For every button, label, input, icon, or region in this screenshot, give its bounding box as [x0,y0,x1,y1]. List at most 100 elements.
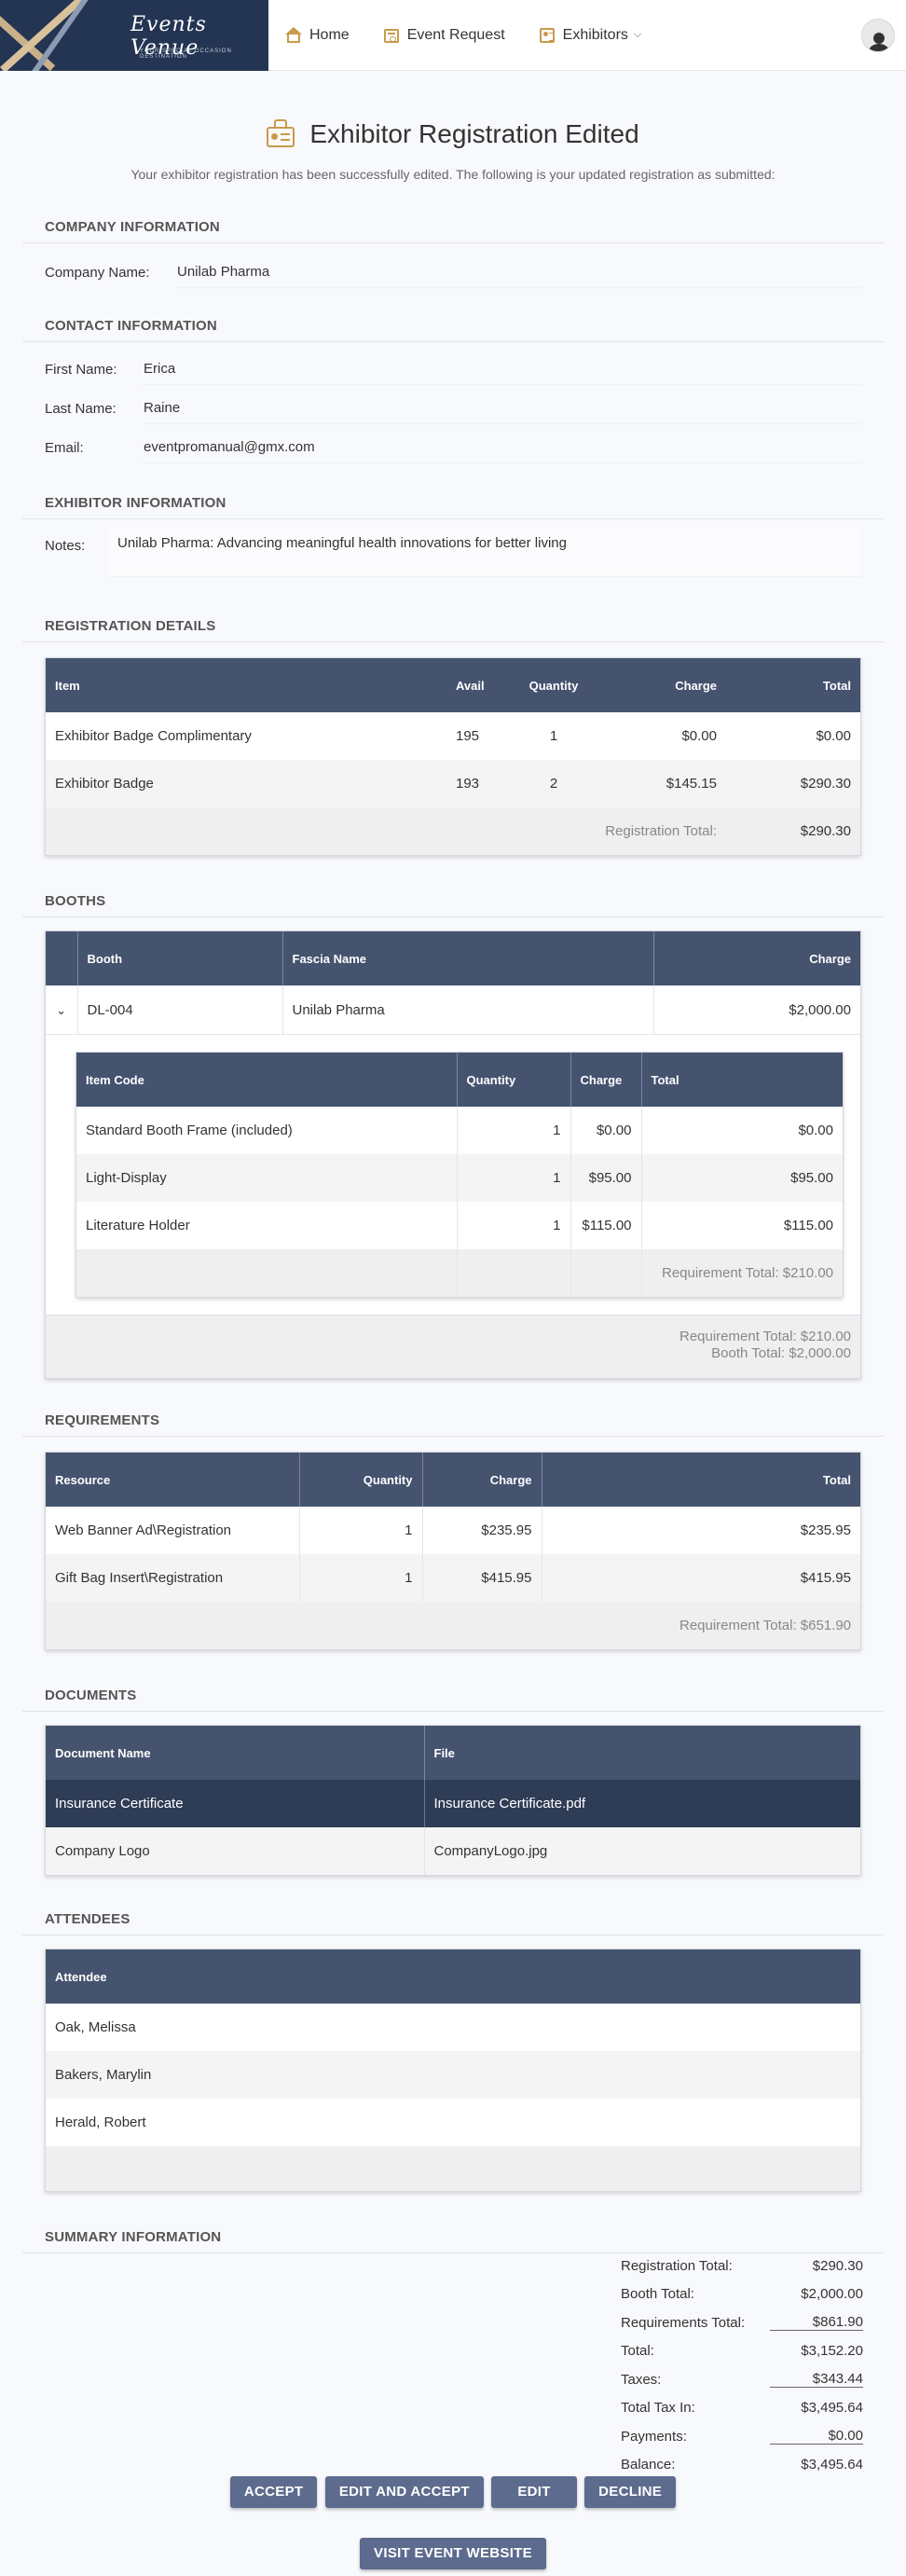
summary-label: Total: [621,2343,654,2360]
sub-total: $95.00 [641,1154,843,1202]
col-req-total[interactable]: Total [542,1453,860,1507]
sub-charge: $115.00 [570,1202,642,1249]
page-title: Exhibitor Registration Edited [267,119,639,149]
col-quantity[interactable]: Quantity [512,658,596,712]
doc-file-link[interactable]: Insurance Certificate.pdf [424,1780,860,1827]
decline-button[interactable]: DECLINE [584,2476,677,2508]
requirements-total: Requirement Total: $651.90 [422,1602,860,1649]
sub-qty: 1 [457,1107,571,1154]
col-item-code[interactable]: Item Code [76,1053,458,1107]
sub-code: Light-Display [76,1154,458,1202]
summary-label: Total Tax In: [621,2400,695,2417]
requirements-footer: Requirement Total: $651.90 [46,1602,860,1649]
logo[interactable]: Events Venue YOUR SPECIAL OCCASION DESTI… [0,0,268,71]
doc-file-link[interactable]: CompanyLogo.jpg [424,1827,860,1875]
booth-charge: $2,000.00 [653,985,860,1034]
booths-table: Booth Fascia Name Charge ⌄ DL-004 Unilab… [45,930,861,1379]
col-avail[interactable]: Avail [446,658,512,712]
col-sub-quantity[interactable]: Quantity [457,1053,571,1107]
email-value: eventpromanual@gmx.com [144,432,861,463]
table-row[interactable]: Company Logo CompanyLogo.jpg [46,1827,860,1875]
col-booth-charge[interactable]: Charge [653,931,860,985]
company-name-label: Company Name: [45,264,150,281]
nav-home[interactable]: Home [268,0,366,71]
accept-button[interactable]: ACCEPT [229,2476,318,2508]
attendee-name: Oak, Melissa [46,2004,860,2051]
summary-heading: SUMMARY INFORMATION [45,2229,222,2245]
table-row: Exhibitor Badge Complimentary 195 1 $0.0… [46,712,860,760]
edit-button[interactable]: EDIT [491,2476,577,2508]
table-row: Bakers, Marylin [46,2051,860,2099]
attendee-name: Herald, Robert [46,2099,860,2146]
summary-section: SUMMARY INFORMATION Registration Total: $… [0,2229,906,2509]
col-fascia-name[interactable]: Fascia Name [282,931,654,985]
requirements-heading: REQUIREMENTS [45,1412,160,1428]
table-row[interactable]: ⌄ DL-004 Unilab Pharma $2,000.00 [46,985,860,1034]
col-sub-total[interactable]: Total [641,1053,843,1107]
page: Events Venue YOUR SPECIAL OCCASION DESTI… [0,0,906,2576]
col-req-charge[interactable]: Charge [422,1453,542,1507]
sub-qty: 1 [457,1154,571,1202]
summary-label: Booth Total: [621,2286,694,2303]
booth-code: DL-004 [77,985,283,1034]
req-resource: Gift Bag Insert\Registration [46,1554,300,1602]
sub-code: Literature Holder [76,1202,458,1249]
reg-qty: 2 [512,760,596,807]
req-qty: 1 [299,1554,423,1602]
table-row: Light-Display 1 $95.00 $95.00 [76,1154,843,1202]
col-resource[interactable]: Resource [46,1453,300,1507]
exhibitor-icon [539,27,556,44]
edit-and-accept-button[interactable]: EDIT AND ACCEPT [324,2476,484,2508]
col-file[interactable]: File [424,1726,860,1780]
table-row: Oak, Melissa [46,2004,860,2051]
first-name-label: First Name: [45,361,117,378]
sub-total: $0.00 [641,1107,843,1154]
last-name-value: Raine [144,393,861,424]
col-req-quantity[interactable]: Quantity [299,1453,423,1507]
nav-event-request[interactable]: Event Request [366,0,522,71]
summary-value: $3,495.64 [801,2400,863,2417]
reg-avail: 195 [446,712,512,760]
reg-total: $0.00 [726,712,860,760]
summary-value: $2,000.00 [801,2286,863,2303]
col-booth[interactable]: Booth [77,931,283,985]
col-item[interactable]: Item [46,658,446,712]
registration-table: Item Avail Quantity Charge Total Exhibit… [45,657,861,856]
col-charge[interactable]: Charge [596,658,726,712]
nav-exhibitors[interactable]: Exhibitors ⌵ [522,0,659,71]
page-subtitle: Your exhibitor registration has been suc… [130,167,776,182]
chevron-down-icon[interactable]: ⌄ [46,985,78,1034]
registration-heading: REGISTRATION DETAILS [45,618,216,634]
registration-total-value: $290.30 [726,807,860,855]
col-total[interactable]: Total [726,658,860,712]
col-attendee[interactable]: Attendee [46,1949,860,2004]
summary-label: Payments: [621,2428,687,2445]
requirements-section: REQUIREMENTS Resource Quantity Charge To… [0,1412,906,1650]
nav-exhibitors-label: Exhibitors [562,26,628,43]
doc-name: Company Logo [46,1827,425,1875]
req-charge: $415.95 [422,1554,542,1602]
page-title-text: Exhibitor Registration Edited [309,119,639,148]
visit-event-website-button[interactable]: VISIT EVENT WEBSITE [360,2538,546,2569]
logo-tagline: YOUR SPECIAL OCCASION DESTINATION [140,48,232,60]
company-heading: COMPANY INFORMATION [45,219,220,235]
company-name-value: Unilab Pharma [177,256,861,288]
exhibitor-badge-icon [267,119,295,149]
summary-value: $3,495.64 [801,2457,863,2473]
col-sub-charge[interactable]: Charge [570,1053,642,1107]
req-total: $235.95 [542,1507,860,1554]
summary-value: $0.00 [770,2428,863,2445]
summary-value: $3,152.20 [801,2343,863,2360]
table-row: Web Banner Ad\Registration 1 $235.95 $23… [46,1507,860,1554]
avatar[interactable] [861,19,895,52]
summary-label: Registration Total: [621,2257,733,2274]
col-document-name[interactable]: Document Name [46,1726,425,1780]
booth-items-footer: Requirement Total: $210.00 [76,1249,843,1297]
exhibitor-section: EXHIBITOR INFORMATION Notes: Unilab Phar… [0,495,906,581]
table-row: Gift Bag Insert\Registration 1 $415.95 $… [46,1554,860,1602]
summary-label: Taxes: [621,2371,662,2388]
booth-total: Booth Total: $2,000.00 [711,1345,851,1361]
reg-qty: 1 [512,712,596,760]
table-row[interactable]: Insurance Certificate Insurance Certific… [46,1780,860,1827]
table-row: Standard Booth Frame (included) 1 $0.00 … [76,1107,843,1154]
